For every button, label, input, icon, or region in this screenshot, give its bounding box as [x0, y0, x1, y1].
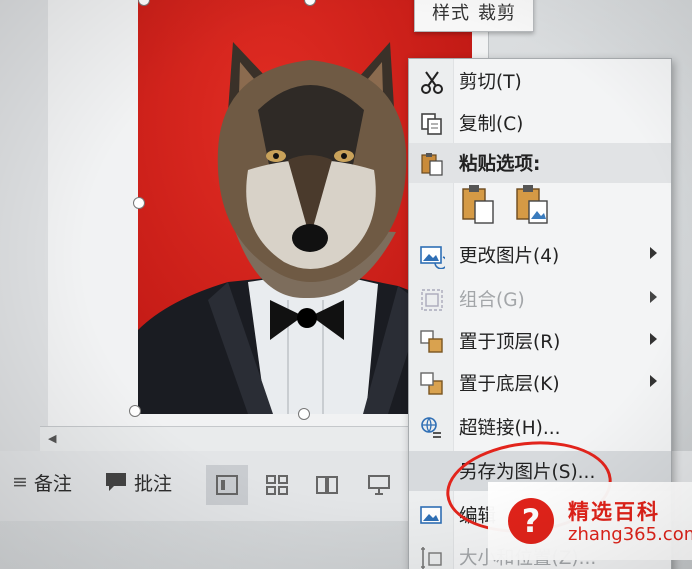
menu-item-bring-to-front[interactable]: 置于顶层(R) [409, 321, 671, 361]
menu-item-group[interactable]: 组合(G) [409, 279, 671, 319]
change-picture-icon [420, 246, 445, 269]
menu-item-change-picture[interactable]: 更改图片(4) [409, 235, 671, 275]
reading-view-icon [316, 476, 338, 494]
slideshow-icon [368, 475, 390, 495]
paste-as-picture-icon[interactable] [513, 183, 553, 227]
normal-view-button[interactable] [206, 465, 248, 505]
menu-label-group: 组合(G) [459, 290, 525, 311]
normal-view-icon [216, 475, 238, 495]
scroll-left-icon[interactable]: ◀ [48, 432, 56, 445]
watermark-site: zhang365.com [568, 524, 692, 545]
notes-icon: ≡ [12, 471, 28, 493]
menu-label-cut: 剪切(T) [459, 72, 522, 93]
resize-handle-bottom-left[interactable] [129, 405, 141, 417]
alt-text-icon [420, 506, 442, 524]
scissors-icon [421, 71, 443, 94]
slide-sorter-button[interactable] [256, 465, 298, 505]
menu-label-hyperlink: 超链接(H)... [459, 418, 561, 439]
copy-icon [421, 113, 442, 135]
bring-to-front-icon [420, 330, 443, 353]
menu-label-send-to-back: 置于底层(K) [459, 374, 560, 395]
group-icon [421, 289, 443, 311]
slide-sorter-icon [266, 475, 288, 495]
comments-button[interactable]: 批注 [104, 467, 172, 497]
comments-label: 批注 [134, 472, 173, 495]
submenu-arrow-icon [650, 247, 657, 259]
menu-label-change-picture: 更改图片(4) [459, 246, 560, 267]
paste-options-row [409, 177, 671, 231]
crop-button[interactable]: 裁剪 [478, 0, 516, 25]
screen-photo: ◀ ≡ 备注 批注 样式 裁剪 剪切(T) 复制(C) 粘贴选项: 更改图片(4… [0, 0, 692, 569]
horizontal-scrollbar[interactable]: ◀ [40, 426, 420, 452]
menu-item-send-to-back[interactable]: 置于底层(K) [409, 363, 671, 403]
picture-mini-toolbar: 样式 裁剪 [414, 0, 534, 32]
question-mark-logo-icon: ? [508, 498, 554, 544]
size-position-icon [421, 547, 442, 569]
menu-item-copy[interactable]: 复制(C) [409, 103, 671, 143]
comment-icon [106, 473, 126, 491]
submenu-arrow-icon [650, 333, 657, 345]
style-button[interactable]: 样式 [432, 0, 470, 25]
notes-button[interactable]: ≡ 备注 [12, 467, 72, 497]
paste-keep-formatting-icon[interactable] [459, 183, 499, 227]
notes-label: 备注 [33, 472, 72, 495]
submenu-arrow-icon [650, 291, 657, 303]
submenu-arrow-icon [650, 375, 657, 387]
paste-icon [421, 153, 443, 176]
slide-pane-edge [0, 0, 48, 454]
watermark: ? 精选百科 zhang365.com [488, 482, 692, 560]
menu-item-cut[interactable]: 剪切(T) [409, 61, 671, 101]
resize-handle-bottom[interactable] [298, 408, 310, 420]
menu-label-copy: 复制(C) [459, 114, 524, 135]
resize-handle-left[interactable] [133, 197, 145, 209]
menu-label-bring-to-front: 置于顶层(R) [459, 332, 561, 353]
hyperlink-icon [421, 417, 441, 438]
watermark-title: 精选百科 [568, 500, 660, 524]
slideshow-button[interactable] [358, 465, 400, 505]
send-to-back-icon [420, 372, 443, 395]
menu-label-paste-options: 粘贴选项: [459, 154, 541, 175]
reading-view-button[interactable] [306, 465, 348, 505]
